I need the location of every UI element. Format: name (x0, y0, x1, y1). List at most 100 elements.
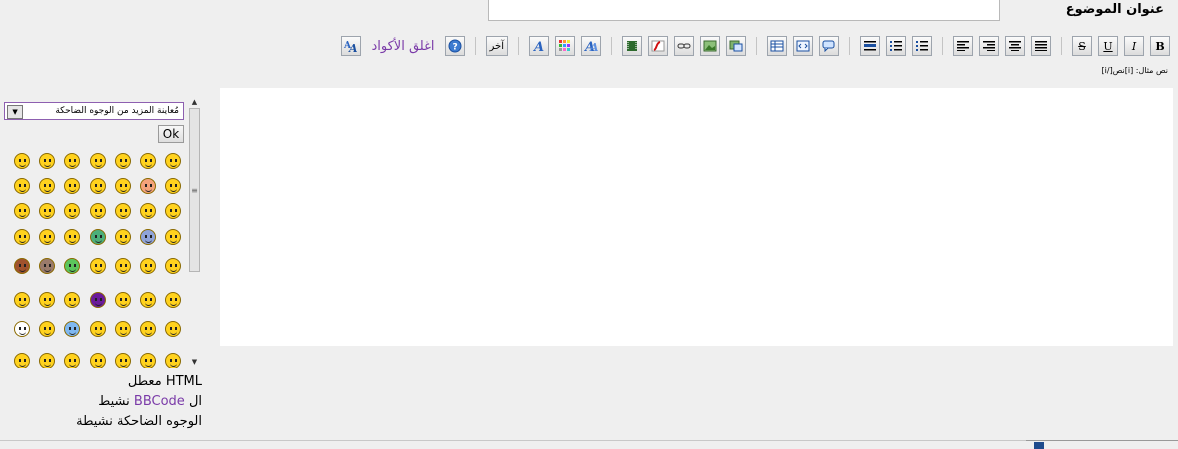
smiley-icon[interactable] (115, 258, 131, 274)
strikethrough-button[interactable]: S (1072, 36, 1092, 56)
font-face-button[interactable]: AA (581, 36, 601, 56)
code-button[interactable] (793, 36, 813, 56)
smiley-icon[interactable] (14, 229, 30, 245)
smiley-icon[interactable] (64, 178, 80, 194)
smiley-icon[interactable] (90, 321, 106, 337)
smiley-icon[interactable] (165, 178, 181, 194)
font-color-button[interactable] (555, 36, 575, 56)
smiley-icon[interactable] (140, 353, 156, 368)
smiley-icon[interactable] (165, 353, 181, 368)
help-icon: ? (448, 39, 462, 53)
smiley-icon[interactable] (115, 229, 131, 245)
smiley-icon[interactable] (115, 292, 131, 308)
smiley-icon[interactable] (115, 353, 131, 368)
subject-input[interactable] (488, 0, 1000, 21)
smiley-icon[interactable] (64, 292, 80, 308)
align-center-button[interactable] (1005, 36, 1025, 56)
smilies-ok-button[interactable]: Ok (158, 125, 184, 143)
smiley-icon[interactable] (90, 153, 106, 169)
smiley-icon[interactable] (165, 258, 181, 274)
smiley-icon[interactable] (140, 229, 156, 245)
smiley-icon[interactable] (39, 353, 55, 368)
upload-image-button[interactable] (726, 36, 746, 56)
smiley-icon[interactable] (115, 178, 131, 194)
smilies-select-label: مُعاينة المزيد من الوجوه الضاحكة (55, 106, 179, 116)
smiley-icon[interactable] (115, 153, 131, 169)
remove-format-icon: AA (343, 41, 358, 53)
other-button[interactable]: آخر (485, 36, 508, 56)
code-icon (796, 40, 810, 52)
bold-button[interactable]: B (1150, 36, 1170, 56)
smiley-icon[interactable] (140, 203, 156, 219)
smiley-icon[interactable] (14, 292, 30, 308)
bullet-list-button[interactable] (912, 36, 932, 56)
smiley-icon[interactable] (64, 321, 80, 337)
flash-button[interactable] (648, 36, 668, 56)
smiley-icon[interactable] (90, 229, 106, 245)
quote-button[interactable] (819, 36, 839, 56)
smiley-icon[interactable] (140, 178, 156, 194)
smiley-icon[interactable] (90, 292, 106, 308)
example-text: نص مثال: [i]نص[/i] (1101, 66, 1168, 75)
chevron-down-icon: ▼ (7, 105, 23, 119)
video-button[interactable] (622, 36, 642, 56)
smiley-icon[interactable] (90, 258, 106, 274)
table-button[interactable] (767, 36, 787, 56)
close-tags-link[interactable]: اغلق الأكواد (367, 39, 438, 54)
smiley-icon[interactable] (90, 203, 106, 219)
smiley-icon[interactable] (39, 321, 55, 337)
help-button[interactable]: ? (444, 36, 465, 56)
bbcode-link[interactable]: BBCode (134, 394, 185, 409)
message-editor[interactable] (220, 88, 1173, 346)
smiley-icon[interactable] (39, 292, 55, 308)
align-right-icon (983, 41, 995, 51)
smiley-icon[interactable] (165, 292, 181, 308)
align-justify-button[interactable] (1031, 36, 1051, 56)
smiley-icon[interactable] (14, 353, 30, 368)
link-button[interactable] (674, 36, 694, 56)
smilies-select[interactable]: مُعاينة المزيد من الوجوه الضاحكة ▼ (4, 102, 184, 120)
smiley-icon[interactable] (14, 203, 30, 219)
smilies-scrollbar[interactable]: ▲ ≡ ▼ (188, 96, 201, 368)
bbcode-status: ال BBCode نشيط (98, 394, 202, 409)
smiley-icon[interactable] (14, 153, 30, 169)
remove-format-button[interactable]: AA (341, 36, 362, 56)
smiley-icon[interactable] (115, 321, 131, 337)
underline-button[interactable]: U (1098, 36, 1118, 56)
smiley-icon[interactable] (39, 153, 55, 169)
smiley-icon[interactable] (115, 203, 131, 219)
smiley-icon[interactable] (140, 153, 156, 169)
smiley-icon[interactable] (90, 178, 106, 194)
smiley-icon[interactable] (140, 258, 156, 274)
smiley-icon[interactable] (39, 229, 55, 245)
smiley-icon[interactable] (165, 203, 181, 219)
smiley-icon[interactable] (64, 229, 80, 245)
smiley-icon[interactable] (39, 178, 55, 194)
smiley-icon[interactable] (14, 321, 30, 337)
smiley-icon[interactable] (14, 258, 30, 274)
smiley-icon[interactable] (39, 203, 55, 219)
smiley-icon[interactable] (165, 229, 181, 245)
smiley-icon[interactable] (165, 321, 181, 337)
smiley-icon[interactable] (140, 292, 156, 308)
smiley-icon[interactable] (90, 353, 106, 368)
smiley-icon[interactable] (165, 153, 181, 169)
smiley-icon[interactable] (64, 153, 80, 169)
separator (474, 37, 476, 55)
smiley-icon[interactable] (64, 353, 80, 368)
smiley-icon[interactable] (140, 321, 156, 337)
scroll-down-icon[interactable]: ▼ (188, 356, 201, 368)
align-right-button[interactable] (979, 36, 999, 56)
smiley-icon[interactable] (39, 258, 55, 274)
scroll-up-icon[interactable]: ▲ (188, 96, 201, 108)
align-left-button[interactable] (953, 36, 973, 56)
italic-button[interactable]: I (1124, 36, 1144, 56)
scroll-thumb[interactable]: ≡ (189, 108, 200, 272)
image-button[interactable] (700, 36, 720, 56)
smiley-icon[interactable] (14, 178, 30, 194)
smiley-icon[interactable] (64, 258, 80, 274)
font-size-button[interactable]: A (529, 36, 549, 56)
indent-button[interactable] (860, 36, 880, 56)
numbered-list-button[interactable] (886, 36, 906, 56)
smiley-icon[interactable] (64, 203, 80, 219)
